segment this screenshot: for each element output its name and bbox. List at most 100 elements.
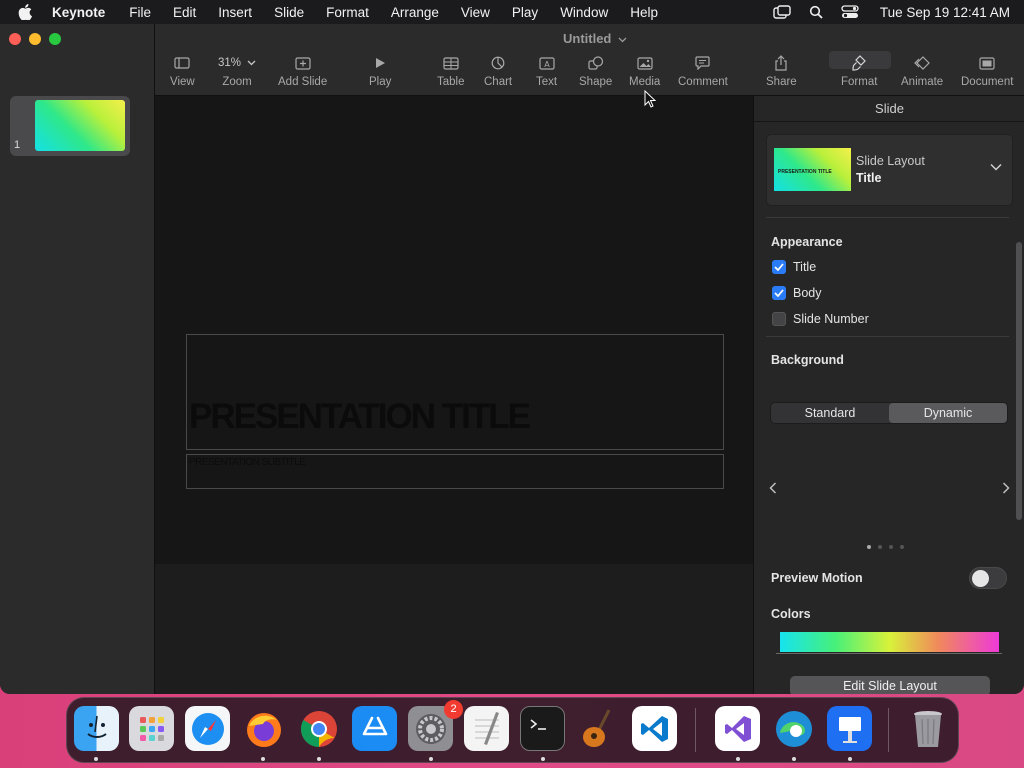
subtitle-placeholder[interactable]: PRESENTATION SUBTITLE [186,454,724,489]
title-placeholder[interactable]: PRESENTATION TITLE [186,334,724,450]
app-store-icon[interactable] [352,706,397,751]
format-button[interactable]: Format [841,54,877,88]
system-settings-icon[interactable]: 2 [408,700,463,751]
chevron-left-icon[interactable] [769,482,777,494]
menu-arrange[interactable]: Arrange [391,5,439,20]
menu-window[interactable]: Window [560,5,608,20]
sidebar-icon [174,57,190,69]
comment-button[interactable]: Comment [678,54,728,88]
page-dot[interactable] [867,545,871,549]
visual-studio-icon[interactable] [715,706,760,751]
vscode-icon[interactable] [632,706,677,751]
format-label: Format [841,76,878,88]
slide-layout-picker[interactable]: PRESENTATION TITLE Slide Layout Title [766,134,1013,206]
media-icon [637,56,653,70]
body-checkbox-row[interactable]: Body [772,286,822,300]
menu-play[interactable]: Play [512,5,538,20]
toolbar: Untitled View 31% Zoom Add Slide Play Ta… [155,24,1024,96]
page-dots[interactable] [867,545,904,549]
page-dot[interactable] [889,545,893,549]
dock-separator [695,708,696,752]
text-box-icon: A [538,56,555,70]
document-button[interactable]: Document [961,54,1013,88]
body-checkbox-label: Body [793,286,822,300]
title-checkbox-row[interactable]: Title [772,260,816,274]
menu-view[interactable]: View [461,5,490,20]
menu-clock[interactable]: Tue Sep 19 12:41 AM [880,5,1010,20]
slide-canvas[interactable]: PRESENTATION TITLE PRESENTATION SUBTITLE [155,96,753,694]
menu-file[interactable]: File [129,5,151,20]
toggle-knob [972,570,989,587]
table-icon [443,56,459,70]
edge-icon[interactable] [771,706,816,751]
preview-motion-label: Preview Motion [771,571,863,585]
format-inspector: Slide PRESENTATION TITLE Slide Layout Ti… [753,96,1024,694]
animate-button[interactable]: Animate [901,54,943,88]
document-label: Document [961,76,1014,88]
table-button[interactable]: Table [437,54,465,88]
menu-app-keynote[interactable]: Keynote [52,5,105,20]
title-checkbox-label: Title [793,260,817,274]
play-icon [376,58,386,68]
document-title[interactable]: Untitled [155,31,1024,46]
menu-format[interactable]: Format [326,5,369,20]
chrome-icon[interactable] [296,706,341,751]
menu-help[interactable]: Help [630,5,658,20]
shape-button[interactable]: Shape [579,54,612,88]
play-button[interactable]: Play [369,54,391,88]
finder-icon[interactable] [74,706,119,751]
chart-icon [491,56,505,70]
gradient-stops-track[interactable] [776,648,1002,654]
textedit-icon[interactable] [464,706,509,751]
chevron-right-icon[interactable] [1002,482,1010,494]
chart-button[interactable]: Chart [484,54,512,88]
checkbox-checked[interactable] [772,286,786,300]
keynote-icon[interactable] [827,706,872,751]
apple-icon[interactable] [18,4,34,20]
background-dynamic-option[interactable]: Dynamic [889,403,1007,423]
search-icon[interactable] [806,4,826,20]
inspector-header: Slide [754,96,1024,122]
text-button[interactable]: A Text [536,54,557,88]
slide-thumbnail-image[interactable] [35,100,125,151]
document-icon [979,56,995,70]
terminal-icon[interactable] [520,706,565,751]
slide-title[interactable]: PRESENTATION TITLE [189,397,531,437]
checkbox-checked[interactable] [772,260,786,274]
media-button[interactable]: Media [629,54,660,88]
inspector-scrollbar[interactable] [1016,242,1022,520]
divider [766,217,1009,218]
minimize-button[interactable] [29,33,41,45]
slide-subtitle[interactable]: PRESENTATION SUBTITLE [189,457,306,468]
firefox-icon[interactable] [241,706,286,751]
checkbox-unchecked[interactable] [772,312,786,326]
slide[interactable]: PRESENTATION TITLE PRESENTATION SUBTITLE [155,96,753,564]
slide-number: 1 [14,139,21,151]
launchpad-icon[interactable] [129,706,174,751]
slide-number-checkbox-row[interactable]: Slide Number [772,312,869,326]
fullscreen-button[interactable] [49,33,61,45]
background-standard-option[interactable]: Standard [771,403,889,423]
garageband-icon[interactable] [576,706,621,751]
menu-insert[interactable]: Insert [218,5,252,20]
running-indicator [261,757,265,761]
background-segmented-control[interactable]: Standard Dynamic [770,402,1008,424]
safari-icon[interactable] [185,706,230,751]
preview-motion-toggle[interactable] [969,567,1007,589]
shape-label: Shape [579,76,613,88]
page-dot[interactable] [900,545,904,549]
menu-edit[interactable]: Edit [173,5,196,20]
edit-slide-layout-button[interactable]: Edit Slide Layout [790,676,990,694]
menu-slide[interactable]: Slide [274,5,304,20]
comment-icon [695,56,711,70]
zoom-control[interactable]: 31% Zoom [218,54,256,88]
close-button[interactable] [9,33,21,45]
view-label: View [170,76,195,88]
view-button[interactable]: View [170,54,195,88]
add-slide-button[interactable]: Add Slide [278,54,327,88]
window-icon[interactable] [772,4,792,20]
share-button[interactable]: Share [766,54,797,88]
page-dot[interactable] [878,545,882,549]
trash-icon[interactable] [905,706,950,751]
control-center-icon[interactable] [840,4,860,20]
